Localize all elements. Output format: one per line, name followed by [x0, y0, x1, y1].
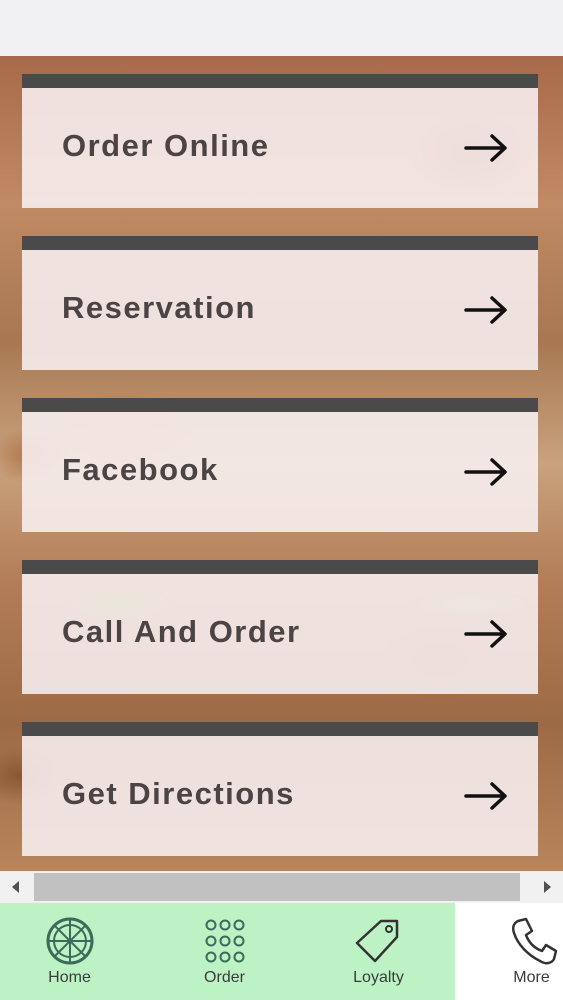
card-body: Reservation [22, 250, 538, 370]
order-online-button[interactable]: Order Online [22, 74, 538, 208]
scroll-right-button[interactable] [531, 871, 563, 903]
tab-home-label: Home [48, 969, 91, 986]
card-top-bar [22, 398, 538, 412]
reservation-button[interactable]: Reservation [22, 236, 538, 370]
caret-right-icon [544, 881, 551, 893]
reservation-label: Reservation [62, 290, 256, 325]
arrow-right-icon [464, 620, 507, 648]
card-body: Facebook [22, 412, 538, 532]
card-body: Call And Order [22, 574, 538, 694]
tab-more-label: More [513, 969, 550, 986]
facebook-label: Facebook [62, 452, 219, 487]
arrow-right-icon [464, 458, 507, 486]
tab-order[interactable]: Order [168, 903, 281, 1000]
phone-icon [511, 917, 557, 965]
tab-more[interactable]: More [475, 903, 563, 1000]
arrow-right-icon [464, 134, 507, 162]
horizontal-scrollbar[interactable] [0, 871, 563, 903]
card-top-bar [22, 560, 538, 574]
facebook-button[interactable]: Facebook [22, 398, 538, 532]
call-and-order-button[interactable]: Call And Order [22, 560, 538, 694]
tab-loyalty-label: Loyalty [353, 969, 404, 986]
card-top-bar [22, 74, 538, 88]
tab-home[interactable]: Home [13, 903, 126, 1000]
arrow-right-icon [464, 782, 507, 810]
call-and-order-label: Call And Order [62, 614, 301, 649]
card-top-bar [22, 236, 538, 250]
tag-icon [355, 919, 398, 963]
bottom-tab-bar: Home Order Loyalty More [0, 903, 563, 1000]
caret-left-icon [12, 881, 19, 893]
scroll-left-button[interactable] [0, 871, 32, 903]
arrow-right-icon [464, 296, 507, 324]
order-online-label: Order Online [62, 128, 270, 163]
status-bar [0, 0, 563, 56]
get-directions-button[interactable]: Get Directions [22, 722, 538, 856]
card-top-bar [22, 722, 538, 736]
scrollbar-thumb[interactable] [34, 873, 520, 901]
card-body: Get Directions [22, 736, 538, 856]
tab-order-label: Order [204, 969, 245, 986]
tab-loyalty[interactable]: Loyalty [322, 903, 435, 1000]
pizza-icon [46, 917, 93, 965]
grid-icon [205, 919, 244, 963]
card-body: Order Online [22, 88, 538, 208]
get-directions-label: Get Directions [62, 776, 295, 811]
